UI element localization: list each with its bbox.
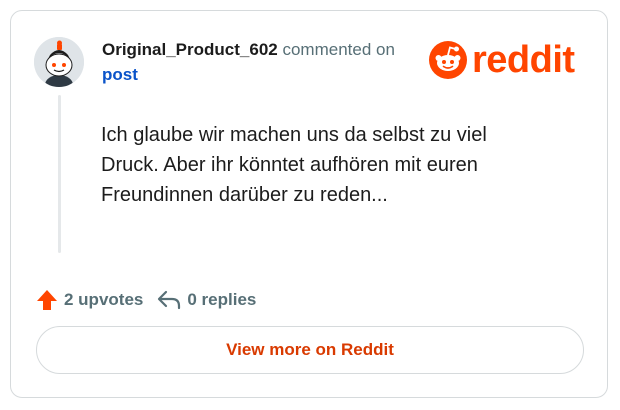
post-link[interactable]: post bbox=[102, 65, 138, 84]
thread-line bbox=[58, 95, 61, 253]
user-avatar[interactable] bbox=[34, 37, 84, 87]
reddit-logo[interactable]: reddit bbox=[428, 40, 575, 80]
reply-arrow-icon bbox=[158, 290, 181, 310]
comment-header: Original_Product_602 commented on post bbox=[102, 37, 412, 87]
replies-stat[interactable]: 0 replies bbox=[157, 290, 256, 310]
author-username[interactable]: Original_Product_602 bbox=[102, 40, 278, 59]
view-more-on-reddit-button[interactable]: View more on Reddit bbox=[36, 326, 584, 374]
comment-stats: 2 upvotes 0 replies bbox=[36, 289, 256, 311]
replies-label: 0 replies bbox=[187, 290, 257, 309]
upvotes-label: 2 upvotes bbox=[64, 290, 144, 309]
action-text: commented on bbox=[277, 40, 395, 59]
comment-body: Ich glaube wir machen uns da selbst zu v… bbox=[101, 124, 487, 206]
upvotes-stat[interactable]: 2 upvotes bbox=[36, 289, 143, 311]
snoo-avatar-icon bbox=[34, 37, 84, 87]
upvote-arrow-icon bbox=[37, 290, 57, 310]
reddit-snoo-icon bbox=[429, 41, 467, 79]
reddit-wordmark: reddit bbox=[472, 39, 575, 81]
